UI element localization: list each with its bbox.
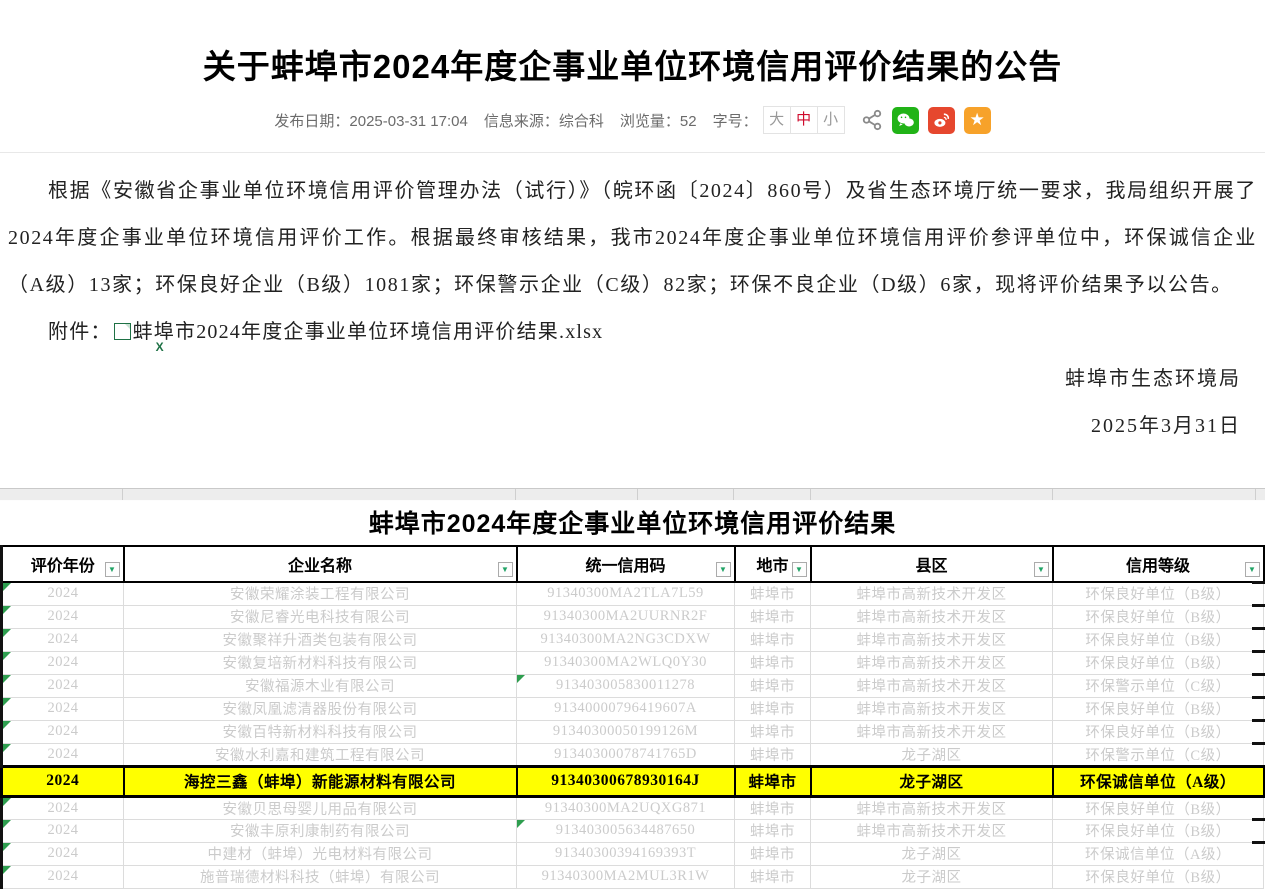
attachment-link[interactable]: 蚌埠市2024年度企事业单位环境信用评价结果.xlsx — [133, 321, 604, 343]
weibo-icon[interactable] — [928, 107, 955, 134]
table-row-highlighted[interactable]: 2024海控三鑫（蚌埠）新能源材料有限公司91340300678930164J蚌… — [2, 766, 1264, 796]
row-end-marker — [1252, 818, 1265, 821]
header-code-label: 统一信用码 — [585, 558, 665, 575]
share-icon[interactable] — [861, 109, 883, 131]
cell-flag-icon — [3, 606, 11, 614]
header-district-label: 县区 — [915, 558, 947, 575]
cell-flag-icon — [517, 820, 525, 828]
announcement-paragraph: 根据《安徽省企事业单位环境信用评价管理办法（试行）》（皖环函〔2024〕860号… — [8, 168, 1257, 309]
table-row[interactable]: 2024安徽丰原利康制药有限公司913403005634487650蚌埠市蚌埠市… — [2, 819, 1264, 842]
cell-flag-icon — [3, 866, 11, 874]
signature-date: 2025年3月31日 — [8, 403, 1241, 450]
header-divider — [0, 152, 1265, 153]
cell-flag-icon — [3, 652, 11, 660]
filter-code-icon[interactable]: ▼ — [716, 562, 731, 577]
table-title: 蚌埠市2024年度企事业单位环境信用评价结果 — [0, 501, 1265, 545]
page-title-text: 关于蚌埠市2024年度企事业单位环境信用评价结果的公告 — [203, 48, 1062, 85]
row-end-marker — [1252, 650, 1265, 653]
table-row[interactable]: 2024安徽水利嘉和建筑工程有限公司91340300078741765D蚌埠市龙… — [2, 743, 1264, 766]
signature-block: 蚌埠市生态环境局 2025年3月31日 — [8, 356, 1257, 450]
table-row[interactable]: 2024安徽福源木业有限公司913403005830011278蚌埠市蚌埠市高新… — [2, 674, 1264, 697]
page-title: 关于蚌埠市2024年度企事业单位环境信用评价结果的公告 — [0, 40, 1265, 88]
signature-org: 蚌埠市生态环境局 — [8, 356, 1241, 403]
table-header-row: 评价年份 ▼ 企业名称 ▼ 统一信用码 ▼ 地市 ▼ 县区 ▼ 信用等级 ▼ — [2, 546, 1264, 582]
header-city: 地市 ▼ — [735, 546, 811, 582]
info-source-value: 综合科 — [559, 113, 604, 130]
attachment-line: 附件： 蚌埠市2024年度企事业单位环境信用评价结果.xlsx — [8, 309, 1257, 356]
info-source-label: 信息来源： — [484, 113, 559, 130]
table-row[interactable]: 2024中建材（蚌埠）光电材料有限公司91340300394169393T蚌埠市… — [2, 842, 1264, 865]
spreadsheet-embed: 蚌埠市2024年度企事业单位环境信用评价结果 评价年份 ▼ 企业名称 ▼ 统一信用码… — [0, 488, 1265, 889]
header-company: 企业名称 ▼ — [124, 546, 517, 582]
header-code: 统一信用码 ▼ — [517, 546, 735, 582]
fontsize-large-button[interactable]: 大 — [763, 106, 791, 134]
table-row[interactable]: 2024安徽聚祥升酒类包装有限公司91340300MA2NG3CDXW蚌埠市蚌埠… — [2, 628, 1264, 651]
row-end-marker — [1252, 627, 1265, 630]
cell-flag-icon — [3, 721, 11, 729]
fontsize-medium-button[interactable]: 中 — [790, 106, 818, 134]
cell-flag-icon — [3, 698, 11, 706]
row-end-marker — [1252, 841, 1265, 844]
cell-flag-icon — [3, 744, 11, 752]
header-grade-label: 信用等级 — [1126, 558, 1190, 575]
cell-flag-icon — [3, 820, 11, 828]
row-end-marker — [1252, 742, 1265, 745]
publish-date-label: 发布日期： — [274, 113, 349, 130]
spreadsheet-top-strip — [0, 488, 1265, 501]
fontsize-control: 大 中 小 — [764, 106, 845, 134]
wechat-icon[interactable] — [892, 107, 919, 134]
filter-grade-icon[interactable]: ▼ — [1245, 562, 1260, 577]
table-row[interactable]: 2024安徽凤凰滤清器股份有限公司91340000796419607A蚌埠市蚌埠… — [2, 697, 1264, 720]
article-meta-bar: 发布日期：2025-03-31 17:04 信息来源：综合科 浏览量：52 字号… — [0, 106, 1265, 134]
cell-flag-icon — [3, 843, 11, 851]
cell-flag-icon — [517, 675, 525, 683]
table-row[interactable]: 2024安徽荣耀涂装工程有限公司91340300MA2TLA7L59蚌埠市蚌埠市… — [2, 582, 1264, 605]
filter-company-icon[interactable]: ▼ — [498, 562, 513, 577]
header-city-label: 地市 — [756, 558, 788, 575]
filter-year-icon[interactable]: ▼ — [105, 562, 120, 577]
attachment-label: 附件： — [48, 321, 112, 343]
header-year-label: 评价年份 — [31, 558, 95, 575]
cell-flag-icon — [3, 798, 11, 806]
filter-city-icon[interactable]: ▼ — [792, 562, 807, 577]
view-count: 浏览量：52 — [620, 110, 697, 131]
table-row[interactable]: 2024安徽百特新材料科技有限公司91340300050199126M蚌埠市蚌埠… — [2, 720, 1264, 743]
fontsize-label: 字号： — [713, 110, 758, 131]
table-row[interactable]: 2024安徽尼睿光电科技有限公司91340300MA2UURNR2F蚌埠市蚌埠市… — [2, 605, 1264, 628]
table-row[interactable]: 2024施普瑞德材料科技（蚌埠）有限公司91340300MA2MUL3R1W蚌埠… — [2, 865, 1264, 888]
cell-flag-icon — [3, 583, 11, 591]
header-district: 县区 ▼ — [811, 546, 1053, 582]
row-end-marker — [1252, 673, 1265, 676]
info-source: 信息来源：综合科 — [484, 110, 604, 131]
filter-district-icon[interactable]: ▼ — [1034, 562, 1049, 577]
row-end-marker — [1252, 719, 1265, 722]
share-bar: ★ — [861, 107, 991, 134]
publish-date-value: 2025-03-31 17:04 — [349, 113, 467, 130]
view-count-value: 52 — [680, 113, 697, 130]
table-row[interactable]: 2024安徽贝思母婴儿用品有限公司91340300MA2UQXG871蚌埠市蚌埠… — [2, 796, 1264, 819]
excel-file-icon — [114, 323, 131, 340]
row-end-marker — [1252, 696, 1265, 699]
cell-flag-icon — [3, 629, 11, 637]
publish-date: 发布日期：2025-03-31 17:04 — [274, 110, 467, 131]
header-year: 评价年份 ▼ — [2, 546, 124, 582]
favorite-star-icon[interactable]: ★ — [964, 107, 991, 134]
row-end-marker — [1252, 604, 1265, 607]
table-row[interactable]: 2024安徽复培新材料科技有限公司91340300MA2WLQ0Y30蚌埠市蚌埠… — [2, 651, 1264, 674]
cell-flag-icon — [3, 675, 11, 683]
fontsize-small-button[interactable]: 小 — [817, 106, 845, 134]
header-company-label: 企业名称 — [288, 558, 352, 575]
view-count-label: 浏览量： — [620, 113, 680, 130]
article-body: 根据《安徽省企事业单位环境信用评价管理办法（试行）》（皖环函〔2024〕860号… — [0, 168, 1265, 450]
results-table: 评价年份 ▼ 企业名称 ▼ 统一信用码 ▼ 地市 ▼ 县区 ▼ 信用等级 ▼ 2024安徽荣… — [0, 545, 1265, 889]
header-grade: 信用等级 ▼ — [1053, 546, 1264, 582]
row-end-marker — [1252, 581, 1265, 584]
